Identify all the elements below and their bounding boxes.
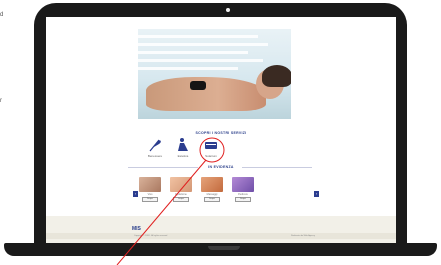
promo-button[interactable]: Scopri bbox=[235, 197, 251, 202]
hero-image bbox=[138, 29, 291, 119]
service-label: Estetica bbox=[177, 154, 189, 158]
promo-item[interactable]: Pedicure Scopri bbox=[232, 177, 254, 202]
promo-label: Massaggi bbox=[206, 193, 218, 196]
webcam-icon bbox=[226, 8, 230, 12]
edge-char: r bbox=[0, 98, 2, 104]
service-estetica[interactable]: Estetica bbox=[172, 137, 194, 158]
promo-button[interactable]: Scopri bbox=[142, 197, 158, 202]
promo-item[interactable]: Epilazione Scopri bbox=[170, 177, 192, 202]
promo-label: Viso bbox=[147, 193, 153, 196]
promo-label: Pedicure bbox=[238, 193, 248, 196]
site-footer: MIS Copyright © 2018 · All rights reserv… bbox=[46, 216, 396, 246]
promo-label: Epilazione bbox=[175, 193, 187, 196]
service-label: Benessere bbox=[147, 154, 163, 158]
services-title: SCOPRI I NOSTRI SERVIZI bbox=[195, 131, 247, 135]
edge-char: d bbox=[0, 12, 4, 18]
promo-item[interactable]: Viso Scopri bbox=[139, 177, 161, 202]
service-benessere[interactable]: Benessere bbox=[144, 137, 166, 158]
promo-button[interactable]: Scopri bbox=[173, 197, 189, 202]
carousel-next-button[interactable]: › bbox=[314, 191, 319, 197]
footer-credit-link[interactable]: Realizzato da Web Agency bbox=[291, 235, 315, 237]
promo-image bbox=[170, 177, 192, 192]
promo-title: IN EVIDENZA bbox=[208, 165, 234, 169]
laptop-notch bbox=[208, 246, 240, 250]
promo-image bbox=[139, 177, 161, 192]
person-icon bbox=[178, 138, 188, 151]
service-solarium[interactable]: Solarium bbox=[200, 137, 222, 158]
footer-logo[interactable]: MIS bbox=[132, 226, 141, 232]
feather-icon bbox=[149, 139, 161, 152]
footer-bar bbox=[46, 233, 396, 239]
promo-image bbox=[201, 177, 223, 192]
footer-copyright: Copyright © 2018 · All rights reserved bbox=[134, 235, 168, 237]
carousel-prev-button[interactable]: ‹ bbox=[133, 191, 138, 197]
promo-button[interactable]: Scopri bbox=[204, 197, 220, 202]
service-label: Solarium bbox=[205, 154, 217, 158]
sunbed-icon bbox=[205, 142, 217, 149]
promo-image bbox=[232, 177, 254, 192]
laptop-screen: SCOPRI I NOSTRI SERVIZI Benessere Esteti… bbox=[46, 17, 396, 246]
promo-item[interactable]: Massaggi Scopri bbox=[201, 177, 223, 202]
